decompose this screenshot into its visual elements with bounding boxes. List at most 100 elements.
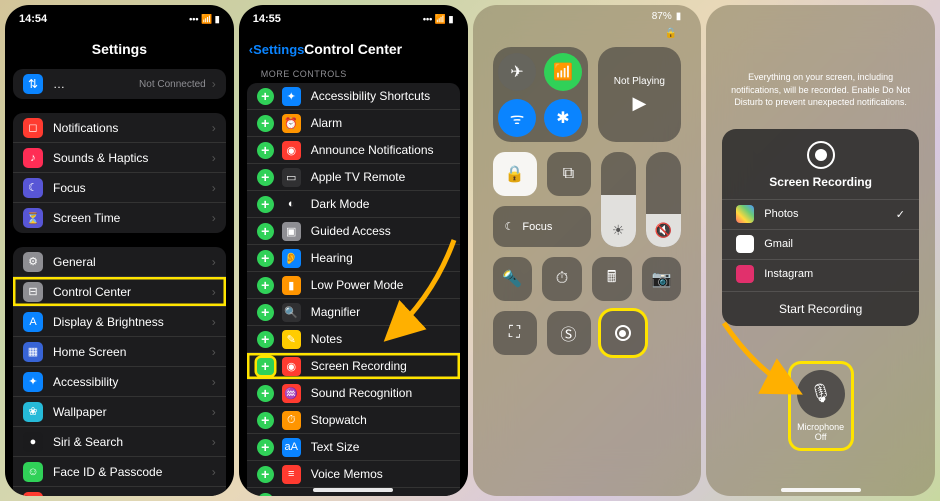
settings-row-sounds-haptics[interactable]: ♪Sounds & Haptics›: [13, 143, 226, 173]
add-control-button[interactable]: +: [257, 412, 274, 429]
row-label: Stopwatch: [311, 413, 450, 427]
microphone-toggle[interactable]: 🎙 MicrophoneOff: [791, 364, 851, 448]
settings-row-hearing[interactable]: +👂Hearing: [247, 245, 460, 272]
settings-row-accessibility-shortcuts[interactable]: +✦Accessibility Shortcuts: [247, 83, 460, 110]
broadcast-app-row[interactable]: Gmail: [722, 229, 919, 259]
add-control-button[interactable]: +: [257, 196, 274, 213]
home-indicator[interactable]: [313, 488, 393, 492]
calculator[interactable]: 🖩: [592, 257, 632, 301]
settings-row-sound-recognition[interactable]: + ♒ Sound Recognition: [247, 380, 460, 407]
row-label: Wallpaper: [53, 405, 212, 419]
broadcast-app-row[interactable]: Instagram: [722, 259, 919, 289]
settings-row-announce-notifications[interactable]: +◉Announce Notifications: [247, 137, 460, 164]
settings-list[interactable]: ⇅…Not Connected› ◻Notifications›♪Sounds …: [5, 65, 234, 496]
row-icon: ◐: [282, 195, 301, 214]
clock: 14:55: [253, 13, 281, 25]
settings-row-apple-tv-remote[interactable]: +▭Apple TV Remote: [247, 164, 460, 191]
row-icon: ♒: [282, 384, 301, 403]
cellular-toggle[interactable]: 📶: [544, 53, 582, 91]
add-control-button[interactable]: +: [257, 331, 274, 348]
settings-row-alarm[interactable]: +⏰Alarm: [247, 110, 460, 137]
chevron-icon: ›: [212, 315, 216, 329]
row-label: Announce Notifications: [311, 143, 450, 157]
settings-row-face-id-passcode[interactable]: ☺Face ID & Passcode›: [13, 457, 226, 487]
settings-row-home-screen[interactable]: ▦Home Screen›: [13, 337, 226, 367]
chevron-icon: ›: [212, 255, 216, 269]
screen-record-button[interactable]: [601, 311, 645, 355]
row-icon: ❀: [23, 402, 43, 422]
add-control-button[interactable]: +: [257, 142, 274, 159]
screen-mirroring[interactable]: ⧉: [547, 152, 591, 196]
status-icons: ••• 📶 ▮: [189, 14, 220, 25]
add-control-button[interactable]: +: [257, 169, 274, 186]
chevron-icon: ›: [212, 211, 216, 225]
settings-row-accessibility[interactable]: ✦Accessibility›: [13, 367, 226, 397]
nav-bar: ‹ Settings Control Center: [239, 33, 468, 65]
row-label: Siri & Search: [53, 435, 212, 449]
app-label: Photos: [764, 208, 798, 220]
row-label: Display & Brightness: [53, 315, 212, 329]
add-control-button[interactable]: +: [257, 88, 274, 105]
add-control-button[interactable]: +: [257, 493, 274, 496]
add-control-button[interactable]: +: [257, 304, 274, 321]
settings-row-screen-time[interactable]: ⏳Screen Time›: [13, 203, 226, 233]
start-recording-button[interactable]: Start Recording: [722, 291, 919, 326]
add-control-button[interactable]: +: [257, 223, 274, 240]
row-icon: ☺: [23, 462, 43, 482]
timer[interactable]: ⏱: [542, 257, 582, 301]
settings-row-guided-access[interactable]: +▣Guided Access: [247, 218, 460, 245]
settings-row-voice-memos[interactable]: +≡Voice Memos: [247, 461, 460, 488]
row-icon: ▭: [282, 492, 301, 496]
add-control-button[interactable]: +: [257, 250, 274, 267]
settings-row-notes[interactable]: +✎Notes: [247, 326, 460, 353]
settings-row-emergency-sos[interactable]: SOSEmergency SOS›: [13, 487, 226, 496]
settings-row-notifications[interactable]: ◻Notifications›: [13, 113, 226, 143]
qr-scanner[interactable]: ⛶: [493, 311, 537, 355]
add-control-button[interactable]: +: [257, 385, 274, 402]
wifi-toggle[interactable]: ᯤ: [498, 99, 536, 137]
bluetooth-toggle[interactable]: ✱: [544, 99, 582, 137]
media-tile[interactable]: Not Playing ▶: [598, 47, 682, 142]
settings-row-screen-recording[interactable]: +◉Screen Recording: [247, 353, 460, 380]
camera[interactable]: 📷: [642, 257, 682, 301]
settings-row-dark-mode[interactable]: +◐Dark Mode: [247, 191, 460, 218]
row-label: Alarm: [311, 116, 450, 130]
settings-row-general[interactable]: ⚙General›: [13, 247, 226, 277]
add-control-button[interactable]: +: [257, 466, 274, 483]
settings-row-text-size[interactable]: +aAText Size: [247, 434, 460, 461]
brightness-slider[interactable]: ☀: [601, 152, 636, 247]
row-icon: ◻: [23, 118, 43, 138]
settings-row-focus[interactable]: ☾Focus›: [13, 173, 226, 203]
settings-row-wallpaper[interactable]: ❀Wallpaper›: [13, 397, 226, 427]
settings-row-magnifier[interactable]: +🔍Magnifier: [247, 299, 460, 326]
app-label: Gmail: [764, 238, 793, 250]
lock-icon: 🔒: [473, 28, 702, 39]
add-control-button[interactable]: +: [257, 358, 274, 375]
screenshot-screen-recording-sheet: Everything on your screen, including not…: [706, 5, 935, 496]
settings-row-low-power-mode[interactable]: +▮Low Power Mode: [247, 272, 460, 299]
back-button[interactable]: ‹ Settings: [249, 42, 305, 57]
airplane-toggle[interactable]: ✈: [498, 53, 536, 91]
nav-title: Settings: [5, 33, 234, 65]
row-icon: ▭: [282, 168, 301, 187]
focus-tile[interactable]: ☾Focus: [493, 206, 591, 247]
settings-row-stopwatch[interactable]: +⏱Stopwatch: [247, 407, 460, 434]
broadcast-app-row[interactable]: Photos✓: [722, 199, 919, 229]
more-controls-list[interactable]: MORE CONTROLS +✦Accessibility Shortcuts+…: [239, 65, 468, 496]
volume-slider[interactable]: 🔇: [646, 152, 681, 247]
row-label: Sound Recognition: [311, 386, 450, 400]
settings-row-control-center[interactable]: ⊟Control Center›: [13, 277, 226, 307]
orientation-lock[interactable]: 🔒: [493, 152, 537, 196]
settings-row-display-brightness[interactable]: ADisplay & Brightness›: [13, 307, 226, 337]
shazam[interactable]: Ⓢ: [547, 311, 591, 355]
row-label: Magnifier: [311, 305, 450, 319]
settings-row-siri-search[interactable]: ●Siri & Search›: [13, 427, 226, 457]
add-control-button[interactable]: +: [257, 277, 274, 294]
add-control-button[interactable]: +: [257, 115, 274, 132]
flashlight[interactable]: 🔦: [493, 257, 533, 301]
connectivity-tile[interactable]: ✈ 📶 ᯤ ✱: [493, 47, 588, 142]
row-label: Accessibility: [53, 375, 212, 389]
home-indicator[interactable]: [781, 488, 861, 492]
row-label: Emergency SOS: [53, 495, 212, 497]
add-control-button[interactable]: +: [257, 439, 274, 456]
